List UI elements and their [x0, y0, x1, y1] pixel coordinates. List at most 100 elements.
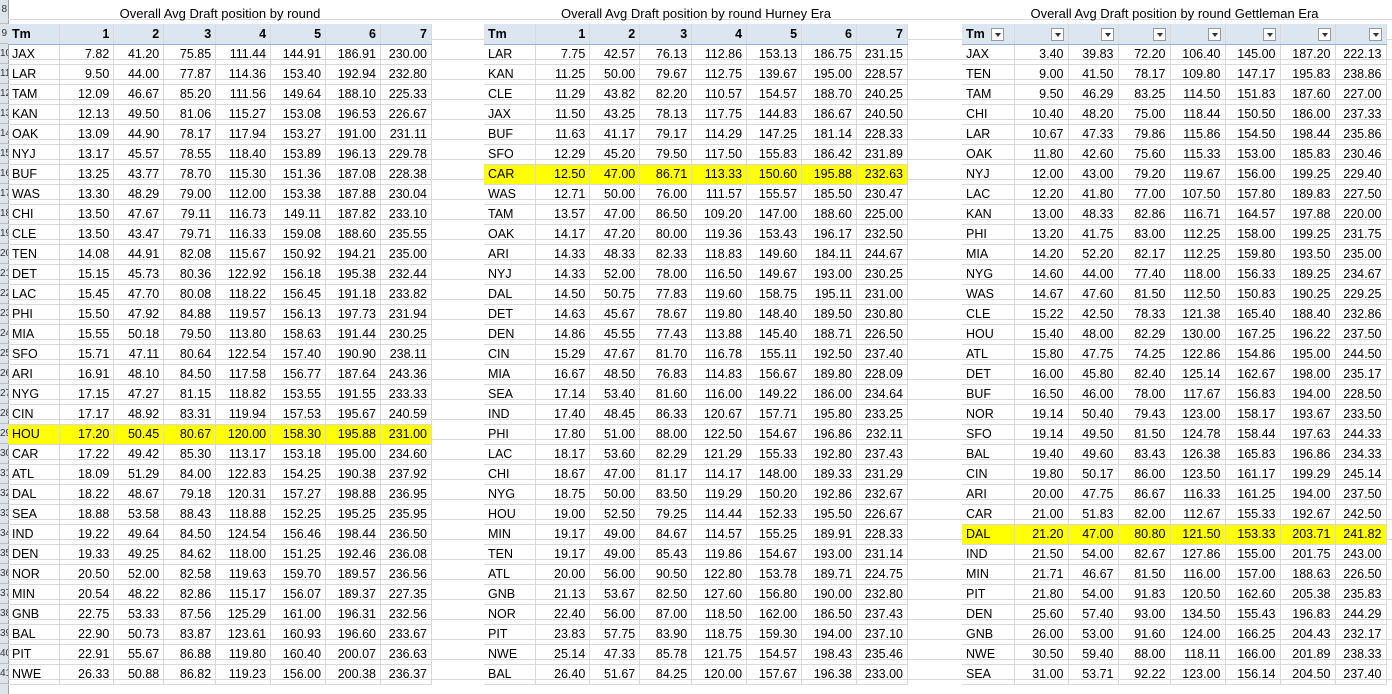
value-cell[interactable]: 193.00 [801, 544, 857, 565]
row-header[interactable]: 16 [0, 164, 8, 184]
value-cell[interactable]: 155.33 [1225, 504, 1281, 525]
value-cell[interactable]: 50.75 [589, 284, 641, 305]
value-cell[interactable]: 23.83 [535, 624, 591, 645]
value-cell[interactable]: 199.29 [1280, 464, 1336, 485]
value-cell[interactable]: 111.57 [691, 184, 748, 205]
team-cell[interactable]: PIT [484, 624, 537, 645]
team-cell[interactable]: ARI [484, 244, 537, 265]
value-cell[interactable]: 158.44 [1225, 424, 1281, 445]
row-header[interactable]: 25 [0, 344, 8, 364]
value-cell[interactable]: 80.36 [163, 264, 217, 285]
value-cell[interactable]: 191.00 [325, 124, 381, 145]
value-cell[interactable]: 42.57 [589, 44, 641, 65]
value-cell[interactable]: 234.67 [1335, 264, 1387, 285]
value-cell[interactable]: 76.13 [639, 44, 693, 65]
team-cell[interactable]: PHI [484, 424, 537, 445]
value-cell[interactable]: 84.25 [639, 664, 693, 685]
value-cell[interactable]: 51.29 [113, 464, 165, 485]
value-cell[interactable]: 53.58 [113, 504, 165, 525]
value-cell[interactable]: 124.54 [215, 524, 272, 545]
team-cell[interactable]: CHI [8, 204, 61, 225]
value-cell[interactable]: 77.00 [1118, 184, 1171, 205]
value-cell[interactable]: 77.83 [639, 284, 693, 305]
value-cell[interactable]: 15.40 [1014, 324, 1069, 345]
value-cell[interactable]: 149.60 [746, 244, 803, 265]
value-cell[interactable]: 234.64 [856, 384, 909, 405]
value-cell[interactable]: 10.67 [1014, 124, 1069, 145]
row-header[interactable]: 40 [0, 644, 8, 664]
value-cell[interactable]: 155.43 [1225, 604, 1281, 625]
value-cell[interactable]: 228.33 [856, 524, 909, 545]
value-cell[interactable]: 18.09 [59, 464, 115, 485]
value-cell[interactable]: 13.09 [59, 124, 115, 145]
value-cell[interactable]: 112.25 [1170, 244, 1226, 265]
value-cell[interactable]: 82.08 [163, 244, 217, 265]
value-cell[interactable]: 162.00 [746, 604, 803, 625]
value-cell[interactable]: 233.50 [1335, 404, 1387, 425]
value-cell[interactable]: 81.50 [1118, 284, 1171, 305]
value-cell[interactable]: 112.00 [215, 184, 272, 205]
value-cell[interactable]: 232.50 [856, 224, 909, 245]
value-cell[interactable]: 203.71 [1280, 524, 1336, 545]
value-cell[interactable]: 12.13 [59, 104, 115, 125]
team-cell[interactable]: NYJ [962, 164, 1015, 185]
team-cell[interactable]: NOR [8, 564, 61, 585]
value-cell[interactable]: 235.17 [1335, 364, 1387, 385]
value-cell[interactable]: 156.77 [270, 364, 327, 385]
team-cell[interactable]: NWE [8, 664, 61, 685]
value-cell[interactable]: 237.43 [856, 444, 909, 465]
value-cell[interactable]: 194.00 [1280, 384, 1336, 405]
value-cell[interactable]: 157.67 [746, 664, 803, 685]
value-cell[interactable]: 22.75 [59, 604, 115, 625]
value-cell[interactable]: 159.30 [746, 624, 803, 645]
value-cell[interactable]: 229.78 [380, 144, 433, 165]
column-header[interactable] [1335, 24, 1387, 45]
value-cell[interactable]: 45.80 [1068, 364, 1119, 385]
value-cell[interactable]: 22.91 [59, 644, 115, 665]
value-cell[interactable]: 19.22 [59, 524, 115, 545]
value-cell[interactable]: 84.62 [163, 544, 217, 565]
value-cell[interactable]: 78.13 [639, 104, 693, 125]
value-cell[interactable]: 14.67 [1014, 284, 1069, 305]
value-cell[interactable]: 45.55 [589, 324, 641, 345]
value-cell[interactable]: 150.92 [270, 244, 327, 265]
value-cell[interactable]: 7.82 [59, 44, 115, 65]
filter-dropdown-icon[interactable] [1262, 27, 1276, 41]
team-cell[interactable]: DAL [962, 524, 1015, 545]
value-cell[interactable]: 12.29 [535, 144, 591, 165]
value-cell[interactable]: 54.00 [1068, 544, 1119, 565]
value-cell[interactable]: 114.17 [691, 464, 748, 485]
team-cell[interactable]: MIA [484, 364, 537, 385]
value-cell[interactable]: 14.86 [535, 324, 591, 345]
value-cell[interactable]: 81.50 [1118, 424, 1171, 445]
value-cell[interactable]: 166.00 [1225, 644, 1281, 665]
value-cell[interactable]: 120.67 [691, 404, 748, 425]
team-cell[interactable]: LAR [484, 44, 537, 65]
team-cell[interactable]: OAK [484, 224, 537, 245]
value-cell[interactable]: 151.36 [270, 164, 327, 185]
value-cell[interactable]: 80.80 [1118, 524, 1171, 545]
value-cell[interactable]: 231.00 [380, 424, 433, 445]
value-cell[interactable]: 18.67 [535, 464, 591, 485]
value-cell[interactable]: 79.71 [163, 224, 217, 245]
team-cell[interactable]: LAR [962, 124, 1015, 145]
value-cell[interactable]: 231.14 [856, 544, 909, 565]
value-cell[interactable]: 205.38 [1280, 584, 1336, 605]
value-cell[interactable]: 18.75 [535, 484, 591, 505]
value-cell[interactable]: 198.00 [1280, 364, 1336, 385]
value-cell[interactable]: 116.00 [691, 384, 748, 405]
value-cell[interactable]: 14.20 [1014, 244, 1069, 265]
row-header[interactable]: 17 [0, 184, 8, 204]
value-cell[interactable]: 159.08 [270, 224, 327, 245]
value-cell[interactable]: 240.59 [380, 404, 433, 425]
value-cell[interactable]: 20.00 [535, 564, 591, 585]
value-cell[interactable]: 46.29 [1068, 84, 1119, 105]
value-cell[interactable]: 118.11 [1170, 644, 1226, 665]
value-cell[interactable]: 153.43 [746, 224, 803, 245]
value-cell[interactable]: 154.50 [1225, 124, 1281, 145]
team-cell[interactable]: MIA [8, 324, 61, 345]
value-cell[interactable]: 12.71 [535, 184, 591, 205]
row-header[interactable]: 15 [0, 144, 8, 164]
value-cell[interactable]: 197.88 [1280, 204, 1336, 225]
value-cell[interactable]: 50.17 [1068, 464, 1119, 485]
